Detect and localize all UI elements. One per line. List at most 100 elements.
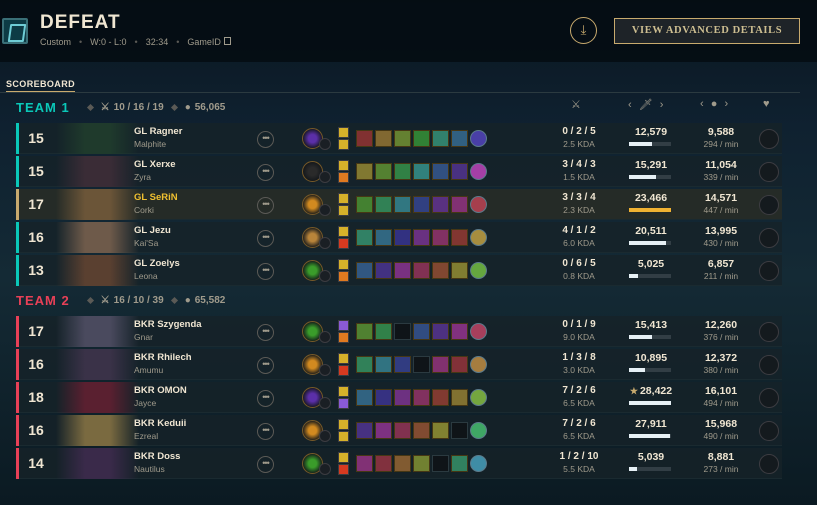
item-slot[interactable]	[451, 130, 468, 147]
item-slot[interactable]	[356, 262, 373, 279]
game-id[interactable]: GameID	[187, 37, 231, 47]
item-slot[interactable]	[413, 389, 430, 406]
secondary-rune-icon[interactable]	[319, 204, 331, 216]
item-slot[interactable]	[413, 229, 430, 246]
trinket-slot[interactable]	[470, 130, 487, 147]
trinket-slot[interactable]	[470, 229, 487, 246]
honor-button[interactable]	[759, 322, 779, 342]
summoner-spell-icon[interactable]	[338, 353, 349, 364]
more-options-button[interactable]: •••	[257, 230, 274, 247]
secondary-rune-icon[interactable]	[319, 364, 331, 376]
item-slot[interactable]	[413, 262, 430, 279]
player-row[interactable]: 16 BKR Keduii Ezreal ••• 7 / 2 / 6 6.5 KDA 27,…	[16, 415, 782, 446]
item-slot[interactable]	[375, 389, 392, 406]
player-row[interactable]: 17 GL SeRiN Corki ••• 3 / 3 / 4 2.3 KDA 23,466…	[16, 189, 782, 220]
item-slot[interactable]	[413, 422, 430, 439]
item-slot[interactable]	[432, 356, 449, 373]
trinket-slot[interactable]	[470, 163, 487, 180]
tab-scoreboard[interactable]: SCOREBOARD	[6, 79, 76, 92]
champion-portrait[interactable]	[56, 189, 139, 220]
player-name[interactable]: GL Ragner	[134, 126, 182, 137]
item-slot[interactable]	[394, 130, 411, 147]
item-slot[interactable]	[394, 389, 411, 406]
champion-portrait[interactable]	[56, 316, 139, 347]
chevron-left-icon[interactable]: ‹	[700, 98, 704, 110]
item-slot[interactable]	[432, 262, 449, 279]
summoner-spell-icon[interactable]	[338, 365, 349, 376]
item-slot[interactable]	[356, 455, 373, 472]
player-name[interactable]: GL Jezu	[134, 225, 171, 236]
player-row[interactable]: 18 BKR OMON Jayce ••• 7 / 2 / 6 6.5 KDA ★ 28,42…	[16, 382, 782, 413]
player-name[interactable]: BKR Doss	[134, 451, 180, 462]
item-slot[interactable]	[356, 229, 373, 246]
honor-button[interactable]	[759, 162, 779, 182]
summoner-spell-icon[interactable]	[338, 127, 349, 138]
more-options-button[interactable]: •••	[257, 456, 274, 473]
summoner-spell-icon[interactable]	[338, 139, 349, 150]
player-name[interactable]: BKR OMON	[134, 385, 187, 396]
champion-portrait[interactable]	[56, 222, 139, 253]
item-slot[interactable]	[375, 130, 392, 147]
item-slot[interactable]	[375, 356, 392, 373]
item-slot[interactable]	[432, 196, 449, 213]
champion-portrait[interactable]	[56, 349, 139, 380]
item-slot[interactable]	[451, 389, 468, 406]
item-slot[interactable]	[432, 229, 449, 246]
summoner-spell-icon[interactable]	[338, 431, 349, 442]
item-slot[interactable]	[451, 356, 468, 373]
item-slot[interactable]	[356, 422, 373, 439]
player-name[interactable]: BKR Szygenda	[134, 319, 202, 330]
secondary-rune-icon[interactable]	[319, 463, 331, 475]
chevron-right-icon[interactable]: ›	[660, 99, 664, 111]
item-slot[interactable]	[394, 229, 411, 246]
damage-column-header[interactable]: ‹ 🗡 ›	[628, 98, 663, 111]
player-row[interactable]: 14 BKR Doss Nautilus ••• 1 / 2 / 10 5.5 KDA 5,…	[16, 448, 782, 479]
player-name[interactable]: BKR Keduii	[134, 418, 186, 429]
item-slot[interactable]	[375, 422, 392, 439]
player-row[interactable]: 17 BKR Szygenda Gnar ••• 0 / 1 / 9 9.0 KDA 15,…	[16, 316, 782, 347]
player-name[interactable]: GL Xerxe	[134, 159, 176, 170]
item-slot[interactable]	[356, 389, 373, 406]
item-slot[interactable]	[394, 455, 411, 472]
item-slot[interactable]	[375, 196, 392, 213]
summoner-spell-icon[interactable]	[338, 320, 349, 331]
summoner-spell-icon[interactable]	[338, 238, 349, 249]
summoner-spell-icon[interactable]	[338, 332, 349, 343]
item-slot[interactable]	[413, 323, 430, 340]
honor-button[interactable]	[759, 388, 779, 408]
item-slot[interactable]	[413, 163, 430, 180]
item-slot[interactable]	[451, 163, 468, 180]
more-options-button[interactable]: •••	[257, 263, 274, 280]
player-row[interactable]: 13 GL Zoelys Leona ••• 0 / 6 / 5 0.8 KDA 5,025…	[16, 255, 782, 286]
item-slot[interactable]	[375, 455, 392, 472]
gold-column-header[interactable]: ‹ ● ›	[700, 98, 728, 110]
item-slot[interactable]	[432, 163, 449, 180]
honor-button[interactable]	[759, 261, 779, 281]
champion-portrait[interactable]	[56, 255, 139, 286]
secondary-rune-icon[interactable]	[319, 270, 331, 282]
item-slot[interactable]	[413, 455, 430, 472]
player-row[interactable]: 16 BKR Rhilech Amumu ••• 1 / 3 / 8 3.0 KDA 10,…	[16, 349, 782, 380]
view-advanced-details-button[interactable]: VIEW ADVANCED DETAILS	[614, 18, 800, 44]
item-slot[interactable]	[432, 422, 449, 439]
more-options-button[interactable]: •••	[257, 164, 274, 181]
honor-button[interactable]	[759, 129, 779, 149]
player-name[interactable]: BKR Rhilech	[134, 352, 192, 363]
secondary-rune-icon[interactable]	[319, 331, 331, 343]
summoner-spell-icon[interactable]	[338, 160, 349, 171]
player-row[interactable]: 15 GL Xerxe Zyra ••• 3 / 4 / 3 1.5 KDA 15,291 1…	[16, 156, 782, 187]
trinket-slot[interactable]	[470, 455, 487, 472]
item-slot[interactable]	[451, 323, 468, 340]
chevron-right-icon[interactable]: ›	[724, 98, 728, 110]
item-slot[interactable]	[432, 130, 449, 147]
item-slot[interactable]	[451, 262, 468, 279]
honor-button[interactable]	[759, 454, 779, 474]
summoner-spell-icon[interactable]	[338, 419, 349, 430]
item-slot[interactable]	[356, 323, 373, 340]
item-slot[interactable]	[394, 163, 411, 180]
secondary-rune-icon[interactable]	[319, 397, 331, 409]
item-slot[interactable]	[451, 455, 468, 472]
champion-portrait[interactable]	[56, 382, 139, 413]
trinket-slot[interactable]	[470, 323, 487, 340]
player-name[interactable]: GL SeRiN	[134, 192, 178, 203]
